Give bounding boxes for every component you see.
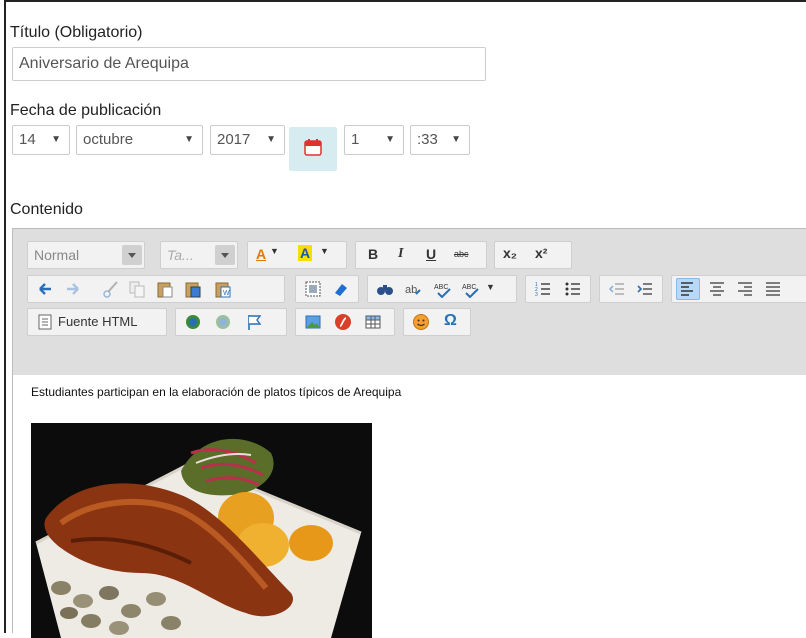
title-label: Título (Obligatorio): [10, 24, 143, 41]
image-icon[interactable]: [304, 313, 322, 331]
chevron-down-icon: ▼: [385, 134, 395, 145]
svg-text:ab: ab: [405, 284, 417, 296]
chevron-down-icon: ▼: [451, 134, 461, 145]
strikethrough-button[interactable]: abc: [454, 249, 469, 259]
bulleted-list-icon[interactable]: [564, 280, 582, 298]
justify-icon[interactable]: [764, 280, 782, 298]
chevron-down-icon: ▼: [486, 282, 495, 292]
underline-button[interactable]: U: [426, 246, 436, 262]
italic-button[interactable]: I: [398, 246, 403, 262]
source-document-icon: [38, 314, 52, 330]
svg-text:W: W: [223, 290, 230, 297]
align-right-icon[interactable]: [736, 280, 754, 298]
align-left-icon[interactable]: [679, 280, 697, 298]
color-group: A ▼ A ▼: [247, 241, 347, 269]
find-icon[interactable]: [376, 280, 394, 298]
link-icon[interactable]: [184, 313, 202, 331]
numbered-list-icon[interactable]: 123: [534, 280, 552, 298]
format-combo-value: Normal: [34, 247, 80, 263]
list-group: 123: [525, 275, 591, 303]
calendar-icon: [304, 139, 322, 156]
source-group: Fuente HTML: [27, 308, 167, 336]
special-group: Ω: [403, 308, 471, 336]
paste-icon[interactable]: [156, 280, 174, 298]
basic-styles-group: B I U abc: [355, 241, 487, 269]
editor-content-area[interactable]: Estudiantes participan en la elaboración…: [13, 375, 806, 638]
content-paragraph: Estudiantes participan en la elaboración…: [31, 385, 402, 399]
svg-text:3: 3: [535, 292, 538, 298]
editor-toolbar: Normal Ta... A ▼ A ▼ B I U abc x₂ x² W a…: [13, 229, 806, 376]
source-button[interactable]: Fuente HTML: [58, 314, 137, 329]
hour-select-value: 1: [351, 131, 360, 148]
anchor-flag-icon[interactable]: [246, 313, 264, 331]
select-group: [295, 275, 359, 303]
align-group: [671, 275, 806, 303]
date-label: Fecha de publicación: [10, 102, 162, 119]
replace-icon[interactable]: ab: [404, 280, 422, 298]
calendar-button[interactable]: [289, 127, 337, 171]
content-label: Contenido: [10, 201, 83, 218]
year-select[interactable]: 2017 ▼: [210, 125, 285, 155]
special-character-button[interactable]: Ω: [444, 312, 457, 330]
day-select[interactable]: 14 ▼: [12, 125, 70, 155]
day-select-value: 14: [19, 131, 36, 148]
chevron-down-icon: ▼: [184, 134, 194, 145]
food-photo[interactable]: [31, 423, 372, 638]
script-group: x₂ x²: [494, 241, 572, 269]
article-form: Título (Obligatorio) Aniversario de Areq…: [10, 0, 806, 638]
chevron-down-icon[interactable]: [122, 245, 142, 265]
chevron-down-icon: ▼: [320, 246, 329, 256]
hour-select[interactable]: 1 ▼: [344, 125, 404, 155]
spellcheck-as-you-type-icon[interactable]: ABC: [462, 280, 480, 298]
chevron-down-icon: ▼: [266, 134, 276, 145]
chevron-down-icon: ▼: [270, 246, 279, 256]
minute-select[interactable]: :33 ▼: [410, 125, 470, 155]
insert-group: [295, 308, 395, 336]
background-color-button[interactable]: A: [298, 245, 313, 261]
format-combo[interactable]: Normal: [27, 241, 145, 269]
month-select[interactable]: octubre ▼: [76, 125, 203, 155]
align-center-icon[interactable]: [708, 280, 726, 298]
bold-button[interactable]: B: [368, 246, 378, 262]
unlink-icon[interactable]: [214, 313, 232, 331]
flash-icon[interactable]: [334, 313, 352, 331]
links-group: [175, 308, 287, 336]
copy-icon[interactable]: [128, 280, 146, 298]
indent-icon[interactable]: [636, 280, 654, 298]
smiley-icon[interactable]: [412, 313, 430, 331]
rich-text-editor: Normal Ta... A ▼ A ▼ B I U abc x₂ x² W a…: [12, 228, 806, 638]
cut-icon[interactable]: [102, 280, 120, 298]
year-select-value: 2017: [217, 131, 251, 148]
page-frame-left-border: [4, 0, 6, 633]
paste-text-icon[interactable]: [184, 280, 202, 298]
chevron-down-icon: ▼: [51, 134, 61, 145]
food-photo-image: [31, 423, 372, 638]
chevron-down-icon[interactable]: [215, 245, 235, 265]
month-select-value: octubre: [83, 131, 134, 148]
svg-text:ABC: ABC: [434, 284, 448, 291]
eraser-icon[interactable]: [332, 280, 350, 298]
minute-select-value: :33: [417, 131, 438, 148]
svg-text:ABC: ABC: [462, 284, 476, 291]
text-color-button[interactable]: A: [256, 246, 266, 262]
title-input[interactable]: Aniversario de Arequipa: [12, 47, 486, 81]
outdent-icon[interactable]: [608, 280, 626, 298]
size-combo[interactable]: Ta...: [160, 241, 238, 269]
paste-word-icon[interactable]: W: [214, 280, 232, 298]
superscript-button[interactable]: x²: [535, 245, 547, 261]
clipboard-group: W: [27, 275, 285, 303]
subscript-button[interactable]: x₂: [503, 245, 517, 261]
redo-icon[interactable]: [64, 280, 82, 298]
spellcheck-icon[interactable]: ABC: [434, 280, 452, 298]
size-combo-value: Ta...: [167, 247, 194, 263]
undo-icon[interactable]: [36, 280, 54, 298]
select-all-icon[interactable]: [304, 280, 322, 298]
table-icon[interactable]: [364, 313, 382, 331]
indent-group: [599, 275, 663, 303]
find-group: ab ABC ABC ▼: [367, 275, 517, 303]
